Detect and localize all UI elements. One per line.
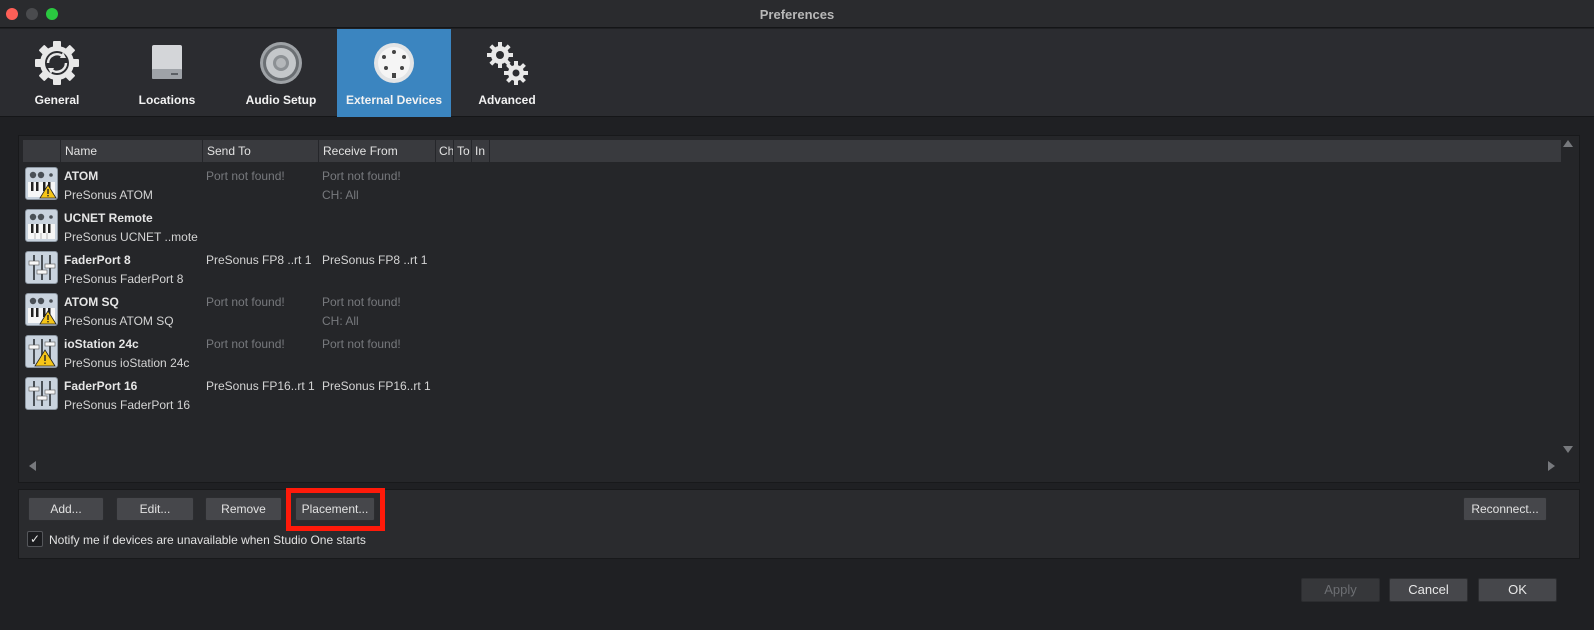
device-model: PreSonus UCNET ..mote [64, 230, 198, 244]
column-receive-from[interactable]: Receive From [319, 140, 436, 162]
keyboard-warning-icon [25, 167, 58, 200]
speaker-icon [260, 42, 302, 84]
fader-icon [25, 251, 58, 284]
column-icon [23, 140, 61, 162]
table-row[interactable]: ATOM SQ PreSonus ATOM SQ Port not found!… [23, 290, 1561, 332]
device-table-header: Name Send To Receive From Ch To In [23, 140, 1561, 162]
scroll-right-arrow-icon[interactable] [1548, 461, 1555, 471]
device-name: FaderPort 8 [64, 253, 131, 267]
tab-external-devices-label: External Devices [345, 93, 443, 107]
device-receive-from[interactable]: Port not found! [322, 169, 434, 183]
ok-button[interactable]: OK [1478, 578, 1557, 602]
edit-device-button[interactable]: Edit... [116, 497, 194, 521]
add-device-button[interactable]: Add... [28, 497, 104, 521]
tab-audio-setup-label: Audio Setup [245, 93, 317, 107]
device-name: UCNET Remote [64, 211, 153, 225]
column-channel[interactable]: Ch [436, 140, 454, 162]
device-name: FaderPort 16 [64, 379, 138, 393]
tab-advanced-label: Advanced [478, 93, 536, 107]
device-receive-channel: CH: All [322, 188, 359, 202]
table-row[interactable]: FaderPort 16 PreSonus FaderPort 16 PreSo… [23, 374, 1561, 416]
preferences-tabbar: General Locations Audio Setup External D… [0, 29, 1594, 117]
notify-checkbox[interactable]: ✓ [27, 531, 43, 547]
title-bar: Preferences [0, 0, 1594, 28]
remove-device-button[interactable]: Remove [205, 497, 282, 521]
keyboard-warning-icon [25, 293, 58, 326]
device-receive-from[interactable]: Port not found! [322, 295, 434, 309]
tab-general-label: General [34, 93, 80, 107]
tab-external-devices[interactable]: External Devices [337, 29, 451, 117]
table-row[interactable]: UCNET Remote PreSonus UCNET ..mote [23, 206, 1561, 248]
tab-audio-setup[interactable]: Audio Setup [224, 29, 338, 117]
midi-port-icon [374, 43, 414, 83]
device-model: PreSonus FaderPort 8 [64, 272, 184, 286]
device-name: ioStation 24c [64, 337, 139, 351]
device-list-panel: Name Send To Receive From Ch To In ATOM … [18, 135, 1580, 483]
keyboard-icon [25, 209, 58, 242]
column-send-to[interactable]: Send To [203, 140, 319, 162]
column-name[interactable]: Name [61, 140, 203, 162]
device-send-to[interactable]: PreSonus FP16..rt 1 [206, 379, 318, 393]
device-rows: ATOM PreSonus ATOM Port not found! Port … [23, 164, 1561, 416]
scroll-left-arrow-icon[interactable] [29, 461, 36, 471]
fader-icon [25, 377, 58, 410]
device-receive-from[interactable]: PreSonus FP16..rt 1 [322, 379, 434, 393]
device-model: PreSonus ATOM SQ [64, 314, 174, 328]
device-model: PreSonus ATOM [64, 188, 153, 202]
notify-checkbox-label: Notify me if devices are unavailable whe… [49, 533, 366, 547]
tab-general[interactable]: General [0, 29, 114, 117]
device-send-to[interactable]: PreSonus FP8 ..rt 1 [206, 253, 318, 267]
tab-locations-label: Locations [138, 93, 196, 107]
device-receive-channel: CH: All [322, 314, 359, 328]
gear-sync-icon [35, 41, 79, 85]
device-receive-from[interactable]: Port not found! [322, 337, 434, 351]
table-row[interactable]: ioStation 24c PreSonus ioStation 24c Por… [23, 332, 1561, 374]
drive-icon [152, 45, 182, 79]
device-send-to[interactable]: Port not found! [206, 295, 318, 309]
device-name: ATOM [64, 169, 99, 183]
device-receive-from[interactable]: PreSonus FP8 ..rt 1 [322, 253, 434, 267]
device-model: PreSonus ioStation 24c [64, 356, 190, 370]
device-send-to[interactable]: Port not found! [206, 337, 318, 351]
column-to[interactable]: To [454, 140, 472, 162]
scroll-up-arrow-icon[interactable] [1563, 140, 1573, 147]
scroll-down-arrow-icon[interactable] [1563, 446, 1573, 453]
column-in[interactable]: In [472, 140, 490, 162]
apply-button[interactable]: Apply [1301, 578, 1380, 602]
window-title: Preferences [759, 7, 835, 22]
device-model: PreSonus FaderPort 16 [64, 398, 191, 412]
table-row[interactable]: ATOM PreSonus ATOM Port not found! Port … [23, 164, 1561, 206]
gears-icon [487, 42, 528, 85]
placement-highlight-box [286, 488, 385, 531]
device-name: ATOM SQ [64, 295, 119, 309]
device-send-to[interactable]: Port not found! [206, 169, 318, 183]
tab-advanced[interactable]: Advanced [450, 29, 564, 117]
fader-warning-icon [25, 335, 58, 368]
reconnect-button[interactable]: Reconnect... [1463, 497, 1547, 521]
cancel-button[interactable]: Cancel [1389, 578, 1468, 602]
table-row[interactable]: FaderPort 8 PreSonus FaderPort 8 PreSonu… [23, 248, 1561, 290]
tab-locations[interactable]: Locations [110, 29, 224, 117]
